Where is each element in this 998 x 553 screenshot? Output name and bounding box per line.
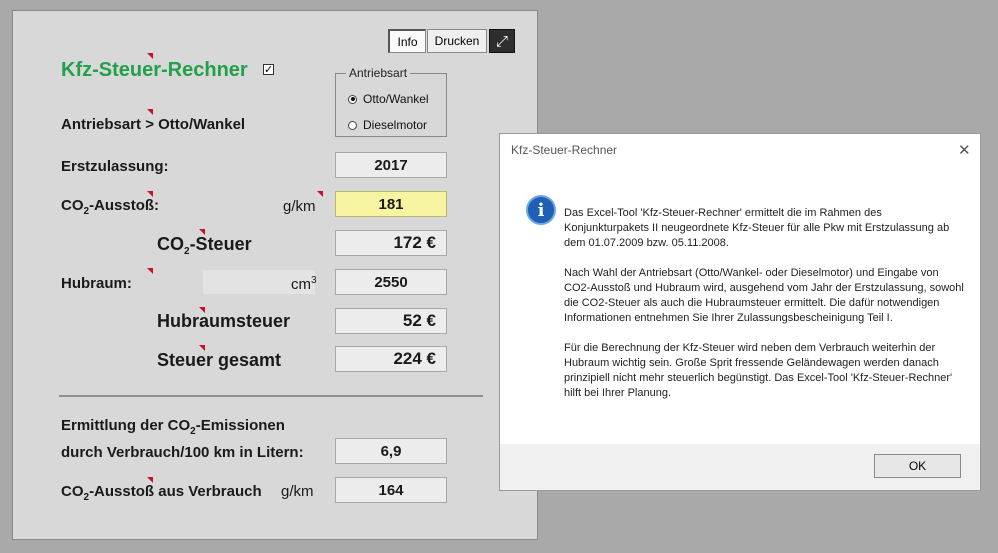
verbrauch-input[interactable]: 6,9 <box>335 438 447 464</box>
steuer-gesamt-label: Steuer gesamt <box>157 350 282 370</box>
co2-verbrauch-value: 164 <box>335 477 447 503</box>
comment-marker[interactable] <box>147 477 153 483</box>
hubraum-label: Hubraum: <box>61 275 132 292</box>
app-title: Kfz-Steuer-Rechner <box>61 59 248 81</box>
radio-dieselmotor[interactable]: Dieselmotor <box>348 118 427 132</box>
section-divider <box>59 395 483 397</box>
radio-unselected-icon[interactable] <box>348 120 357 130</box>
comment-marker[interactable] <box>147 109 153 115</box>
co2-verbrauch-unit: g/km <box>281 483 314 500</box>
verbrauch-label: durch Verbrauch/100 km in Litern: <box>61 444 304 461</box>
drive-type-group: Antriebsart Otto/Wankel Dieselmotor <box>335 66 447 137</box>
calculator-sheet: Info Drucken ⤢ Kfz-Steuer-Rechner ✓ Antr… <box>12 10 538 540</box>
close-icon[interactable]: ✕ <box>958 141 971 159</box>
emission-heading: Ermittlung der CO2-Emissionen <box>61 417 285 437</box>
dialog-content-area: Kfz-Steuer-Rechner ✕ i Das Excel-Tool 'K… <box>500 134 980 444</box>
erstzulassung-label: Erstzulassung: <box>61 158 169 175</box>
hubraumsteuer-value: 52 € <box>335 308 447 334</box>
hubraumsteuer-label: Hubraumsteuer <box>157 311 291 331</box>
comment-marker[interactable] <box>147 53 153 59</box>
hubraum-unit: cm3 <box>291 275 317 293</box>
info-dialog: Kfz-Steuer-Rechner ✕ i Das Excel-Tool 'K… <box>499 133 981 491</box>
co2-verbrauch-label: CO2-Ausstoß aus Verbrauch <box>61 483 262 503</box>
antriebsart-label: Antriebsart > Otto/Wankel <box>61 116 246 133</box>
dialog-paragraph: Das Excel-Tool 'Kfz-Steuer-Rechner' ermi… <box>564 207 950 249</box>
dialog-message: Das Excel-Tool 'Kfz-Steuer-Rechner' ermi… <box>564 206 964 416</box>
info-button[interactable]: Info <box>388 29 426 53</box>
dialog-paragraph: Für die Berechnung der Kfz-Steuer wird n… <box>564 342 953 399</box>
ok-button[interactable]: OK <box>874 454 961 478</box>
comment-marker[interactable] <box>199 345 205 351</box>
co2-steuer-value: 172 € <box>335 230 447 256</box>
comment-marker[interactable] <box>147 268 153 274</box>
expand-icon[interactable]: ⤢ <box>489 29 515 53</box>
dialog-title: Kfz-Steuer-Rechner <box>511 143 618 157</box>
co2-ausstoss-label: CO2-Ausstoß: <box>61 197 160 217</box>
info-icon: i <box>526 195 556 225</box>
radio-otto-wankel[interactable]: Otto/Wankel <box>348 92 429 106</box>
steuer-gesamt-value: 224 € <box>335 346 447 372</box>
radio-otto-wankel-label: Otto/Wankel <box>363 92 429 106</box>
comment-marker[interactable] <box>199 229 205 235</box>
co2-unit: g/km <box>283 198 316 215</box>
hubraum-input[interactable]: 2550 <box>335 269 447 295</box>
erstzulassung-field[interactable]: 2017 <box>335 152 447 178</box>
radio-dieselmotor-label: Dieselmotor <box>363 118 428 132</box>
print-button[interactable]: Drucken <box>427 29 487 53</box>
radio-selected-icon[interactable] <box>348 94 357 104</box>
co2-input[interactable]: 181 <box>335 191 447 217</box>
co2-steuer-label: CO2-Steuer <box>157 234 252 257</box>
comment-marker[interactable] <box>317 191 323 197</box>
comment-marker[interactable] <box>199 307 205 313</box>
comment-marker[interactable] <box>147 191 153 197</box>
title-checkbox[interactable]: ✓ <box>263 64 274 76</box>
antriebsart-value: > Otto/Wankel <box>145 116 246 133</box>
dialog-paragraph: Nach Wahl der Antriebsart (Otto/Wankel- … <box>564 267 964 324</box>
drive-type-legend: Antriebsart <box>346 66 411 80</box>
